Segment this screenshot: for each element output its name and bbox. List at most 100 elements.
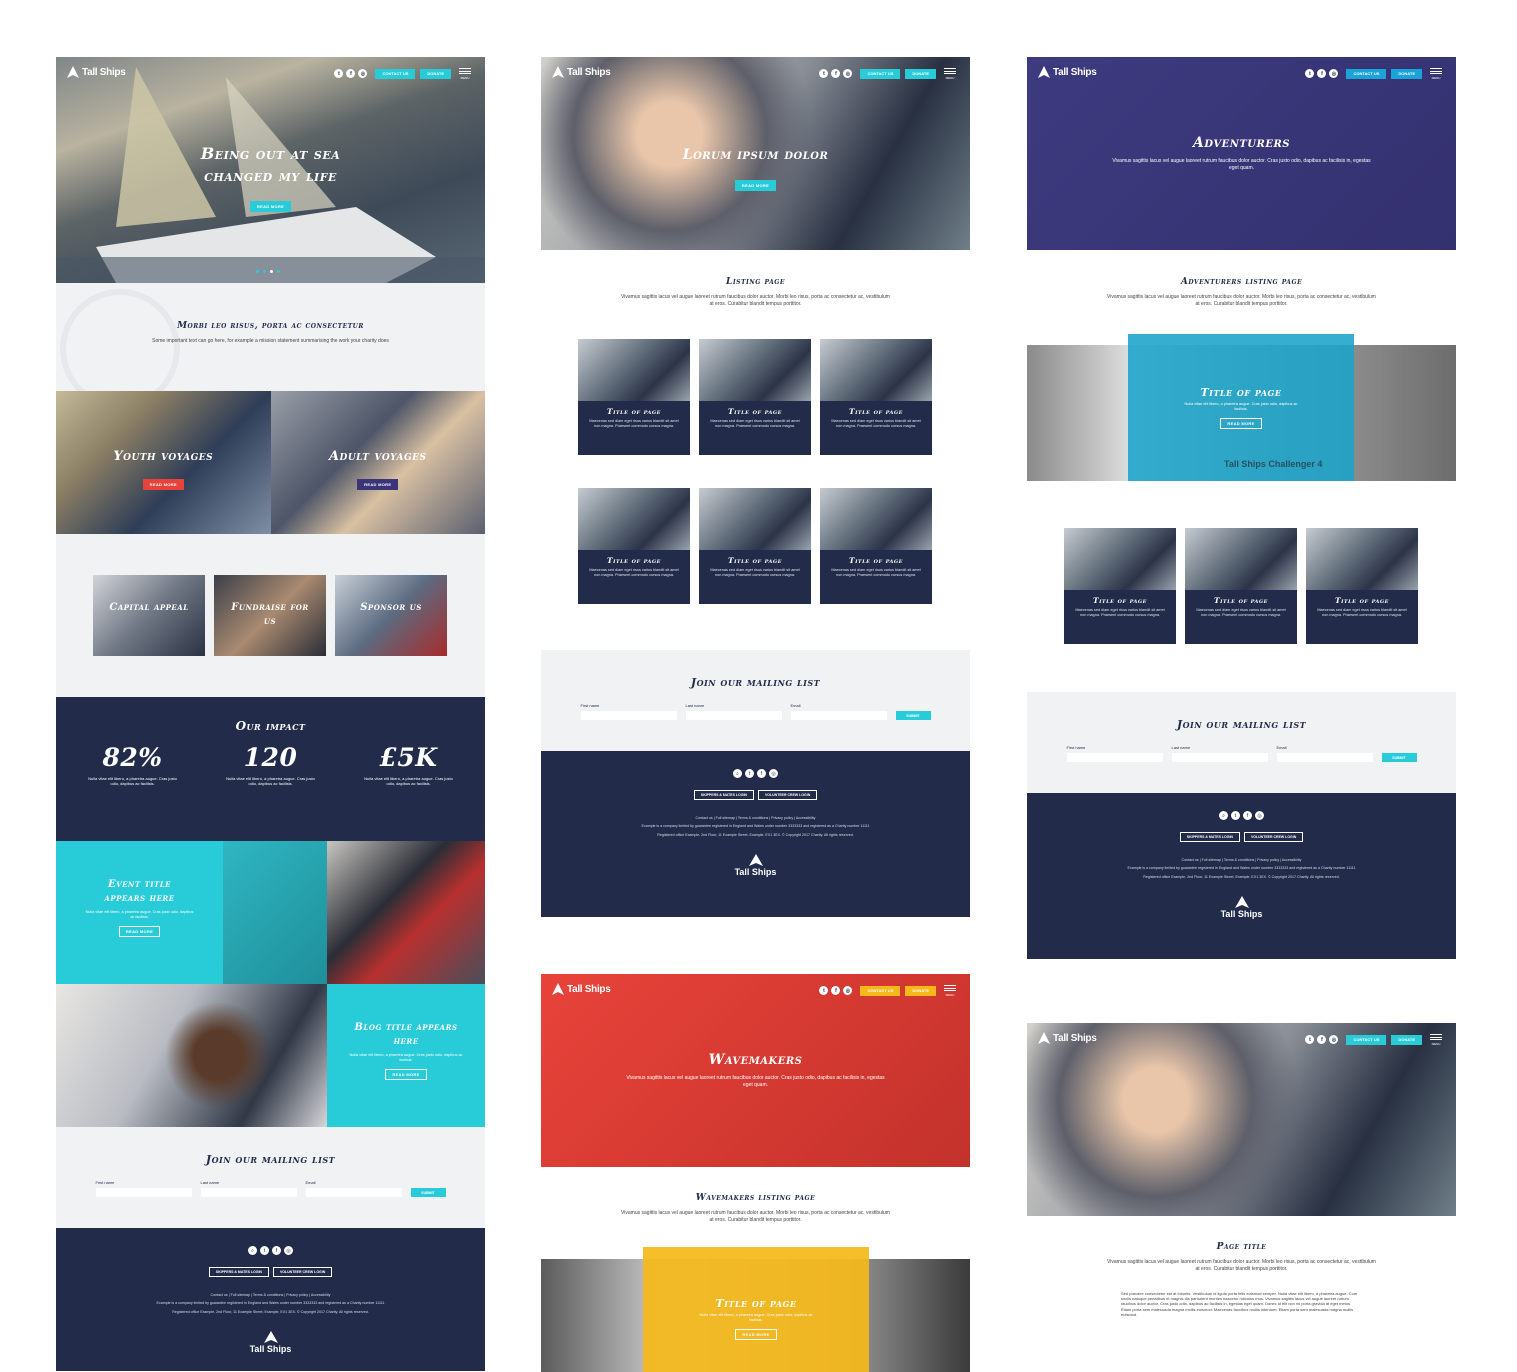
menu-button[interactable]: MENU [944,985,956,997]
instagram-icon[interactable]: ◎ [358,69,368,79]
submit-button[interactable]: SUBMIT [1381,753,1417,762]
instagram-icon[interactable]: ◎ [1329,69,1339,79]
facebook-icon[interactable]: f [1317,69,1327,79]
menu-button[interactable]: MENU [1430,1034,1442,1046]
tall-ships-logo[interactable]: Tall Ships [1037,65,1097,79]
listing-card[interactable]: Title of page Maecenas sed diam eget risu… [1185,528,1297,644]
search-icon[interactable]: ⌕ [1219,811,1228,820]
contact-us-button[interactable]: CONTACT US [1346,1034,1387,1045]
skippers-login-button[interactable]: SKIPPERS & MATES LOGIN [1179,832,1240,842]
instagram-icon[interactable]: ◎ [1255,811,1264,820]
instagram-icon[interactable]: ◎ [769,769,778,778]
feature-panel[interactable]: Title of page Nulla vitae elit libero, a… [1128,334,1354,481]
listing-card[interactable]: Title of page Maecenas sed diam eget risu… [699,488,811,604]
listing-card[interactable]: Title of page Maecenas sed diam eget risu… [699,339,811,455]
twitter-icon[interactable]: t [1231,811,1240,820]
sponsor-us-tile[interactable]: Sponsor us [335,575,447,656]
mailing-title: Join our mailing list [1176,718,1307,731]
feature-panel[interactable]: Title of page Nulla vitae elit libero, a… [643,1247,869,1372]
tall-ships-logo[interactable]: Tall Ships [1037,1031,1097,1045]
donate-button[interactable]: DONATE [905,985,936,996]
twitter-icon[interactable]: t [334,69,344,79]
facebook-icon[interactable]: f [272,1246,281,1255]
facebook-icon[interactable]: f [346,69,356,79]
twitter-icon[interactable]: t [1305,1035,1315,1045]
listing-card[interactable]: Title of page Maecenas sed diam eget risu… [578,339,690,455]
listing-card[interactable]: Title of page Maecenas sed diam eget risu… [1064,528,1176,644]
footer-links[interactable]: Contact us | Full sitemap | Terms & cond… [1027,856,1456,864]
submit-button[interactable]: SUBMIT [895,711,931,720]
instagram-icon[interactable]: ◎ [843,986,853,996]
footer-logo[interactable]: Tall Ships [1027,895,1456,919]
hero-read-more-button[interactable]: READ MORE [249,201,292,212]
contact-us-button[interactable]: CONTACT US [860,68,901,79]
last-name-field[interactable] [1171,753,1268,762]
submit-button[interactable]: SUBMIT [410,1188,446,1197]
contact-us-button[interactable]: CONTACT US [1346,68,1387,79]
footer-logo[interactable]: Tall Ships [541,853,970,877]
capital-appeal-tile[interactable]: Capital appeal [93,575,205,656]
youth-read-more-button[interactable]: READ MORE [142,479,184,490]
first-name-field[interactable] [580,711,677,720]
menu-button[interactable]: MENU [944,68,956,80]
twitter-icon[interactable]: t [260,1246,269,1255]
volunteer-login-button[interactable]: VOLUNTEER CREW LOGIN [757,790,818,800]
contact-us-button[interactable]: CONTACT US [860,985,901,996]
donate-button[interactable]: DONATE [420,68,451,79]
email-field[interactable] [790,711,887,720]
listing-card[interactable]: Title of page Maecenas sed diam eget risu… [820,488,932,604]
adult-voyages-panel[interactable]: Adult voyages READ MORE [270,391,485,534]
event-read-more-button[interactable]: READ MORE [118,926,161,938]
fundraise-tile[interactable]: Fundraise for us [214,575,326,656]
blog-panel[interactable]: Blog title appears here Nulla vitae elit… [327,984,485,1127]
first-name-field[interactable] [95,1188,192,1197]
listing-card[interactable]: Title of page Maecenas sed diam eget risu… [1306,528,1418,644]
volunteer-login-button[interactable]: VOLUNTEER CREW LOGIN [272,1267,333,1277]
first-name-field[interactable] [1066,753,1163,762]
volunteer-login-button[interactable]: VOLUNTEER CREW LOGIN [1243,832,1304,842]
hero-read-more-button[interactable]: READ MORE [734,180,777,191]
contact-us-button[interactable]: CONTACT US [375,68,416,79]
donate-button[interactable]: DONATE [1391,1034,1422,1045]
tall-ships-logo[interactable]: Tall Ships [551,65,611,79]
menu-button[interactable]: MENU [459,68,471,80]
listing-card[interactable]: Title of page Maecenas sed diam eget risu… [820,339,932,455]
instagram-icon[interactable]: ◎ [1329,1035,1339,1045]
instagram-icon[interactable]: ◎ [843,69,853,79]
footer-links[interactable]: Contact us | Full sitemap | Terms & cond… [56,1291,485,1299]
donate-button[interactable]: DONATE [1391,68,1422,79]
twitter-icon[interactable]: t [1305,69,1315,79]
blog-read-more-button[interactable]: READ MORE [385,1069,427,1081]
event-panel[interactable]: Event title appears here Nulla vitae eli… [56,841,223,984]
skippers-login-button[interactable]: SKIPPERS & MATES LOGIN [693,790,754,800]
facebook-icon[interactable]: f [831,69,841,79]
search-icon[interactable]: ⌕ [733,769,742,778]
last-name-field[interactable] [685,711,782,720]
adult-read-more-button[interactable]: READ MORE [357,479,399,490]
feature-read-more-button[interactable]: READ MORE [1220,418,1262,430]
tall-ships-logo[interactable]: Tall Ships [551,982,611,996]
facebook-icon[interactable]: f [1317,1035,1327,1045]
facebook-icon[interactable]: f [757,769,766,778]
menu-button[interactable]: MENU [1430,68,1442,80]
email-field[interactable] [1276,753,1373,762]
footer-logo[interactable]: Tall Ships [56,1330,485,1354]
twitter-icon[interactable]: t [745,769,754,778]
donate-button[interactable]: DONATE [905,68,936,79]
facebook-icon[interactable]: f [831,986,841,996]
facebook-icon[interactable]: f [1243,811,1252,820]
youth-voyages-panel[interactable]: Youth voyages READ MORE [56,391,271,534]
footer-links[interactable]: Contact us | Full sitemap | Terms & cond… [541,814,970,822]
twitter-icon[interactable]: t [819,69,829,79]
voyages-row: Youth voyages READ MORE Adult voyages RE… [56,391,485,534]
search-icon[interactable]: ⌕ [248,1246,257,1255]
carousel-dots[interactable] [256,270,280,273]
feature-read-more-button[interactable]: READ MORE [735,1329,777,1341]
listing-card[interactable]: Title of page Maecenas sed diam eget risu… [578,488,690,604]
instagram-icon[interactable]: ◎ [284,1246,293,1255]
email-field[interactable] [305,1188,402,1197]
skippers-login-button[interactable]: SKIPPERS & MATES LOGIN [208,1267,269,1277]
last-name-field[interactable] [200,1188,297,1197]
tall-ships-logo[interactable]: Tall Ships [66,65,126,79]
twitter-icon[interactable]: t [819,986,829,996]
